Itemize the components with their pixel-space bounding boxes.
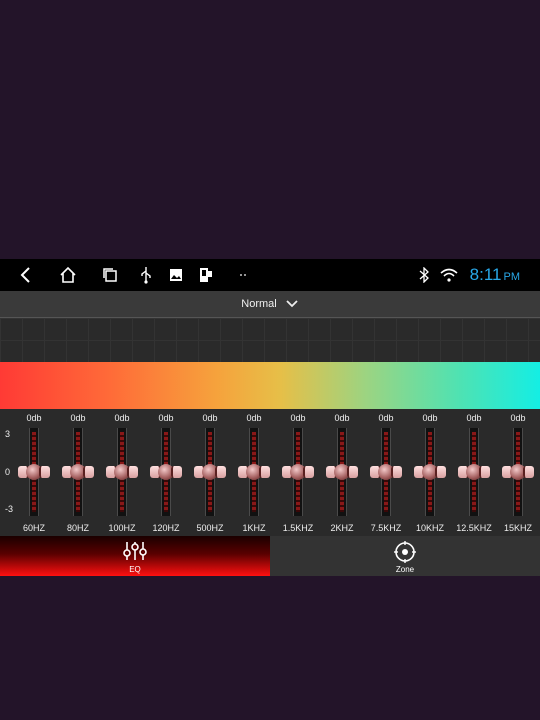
- band-db-label: 0db: [378, 413, 394, 423]
- eq-band-11: 0db 12.5KHZ: [452, 409, 496, 536]
- slider-knob[interactable]: [414, 464, 446, 480]
- slider-knob[interactable]: [150, 464, 182, 480]
- band-db-label: 0db: [510, 413, 526, 423]
- back-icon[interactable]: [14, 259, 38, 291]
- status-bar: 8:11 PM: [0, 259, 540, 291]
- head-unit-screen: 8:11 PM Normal 3 0 -3 0db 60HZ 0db 80HZ 0db 10…: [0, 259, 540, 576]
- eq-band-8: 0db 2KHZ: [320, 409, 364, 536]
- zone-target-icon: [394, 541, 416, 563]
- slider-knob[interactable]: [18, 464, 50, 480]
- slider-knob[interactable]: [106, 464, 138, 480]
- usb-icon: [136, 259, 156, 291]
- tab-eq-label: EQ: [129, 565, 141, 574]
- eq-band-12: 0db 15KHZ: [496, 409, 540, 536]
- scale-mid-label: 0: [5, 467, 11, 477]
- band-db-label: 0db: [70, 413, 86, 423]
- chevron-down-icon: [286, 300, 298, 308]
- clock-time: 8:11: [469, 265, 502, 284]
- equalizer-panel: 3 0 -3 0db 60HZ 0db 80HZ 0db 100HZ 0db 120HZ 0db…: [0, 409, 540, 536]
- preset-label: Normal: [241, 298, 277, 310]
- spectrum-gradient: [0, 362, 540, 409]
- dots-icon: [236, 259, 250, 291]
- slider-knob[interactable]: [458, 464, 490, 480]
- tab-zone-label: Zone: [395, 565, 415, 574]
- clock-ampm: PM: [503, 271, 521, 283]
- eq-band-4: 0db 120HZ: [144, 409, 188, 536]
- band-db-label: 0db: [422, 413, 438, 423]
- equalizer-icon: [123, 542, 147, 560]
- scale-max-label: 3: [5, 429, 11, 439]
- eq-curve-grid: [0, 318, 540, 362]
- slider-knob[interactable]: [282, 464, 314, 480]
- slider-knob[interactable]: [326, 464, 358, 480]
- clock: 8:11 PM: [470, 263, 520, 289]
- band-db-label: 0db: [158, 413, 174, 423]
- band-db-label: 0db: [334, 413, 350, 423]
- slider-knob[interactable]: [502, 464, 534, 480]
- eq-band-2: 0db 80HZ: [56, 409, 100, 536]
- slider-knob[interactable]: [370, 464, 402, 480]
- slider-knob[interactable]: [238, 464, 270, 480]
- image-icon: [166, 259, 186, 291]
- bluetooth-icon: [416, 259, 432, 291]
- device-icon: [196, 259, 216, 291]
- bottom-tab-bar: EQ Zone: [0, 536, 540, 576]
- eq-band-1: 0db 60HZ: [12, 409, 56, 536]
- wifi-icon: [438, 259, 460, 291]
- eq-band-9: 0db 7.5KHZ: [364, 409, 408, 536]
- band-db-label: 0db: [290, 413, 306, 423]
- slider-knob[interactable]: [62, 464, 94, 480]
- eq-band-3: 0db 100HZ: [100, 409, 144, 536]
- recents-icon[interactable]: [98, 259, 122, 291]
- band-db-label: 0db: [466, 413, 482, 423]
- eq-band-10: 0db 10KHZ: [408, 409, 452, 536]
- band-db-label: 0db: [202, 413, 218, 423]
- slider-knob[interactable]: [194, 464, 226, 480]
- band-db-label: 0db: [26, 413, 42, 423]
- band-frequency-label: 15KHZ: [503, 523, 532, 533]
- preset-dropdown[interactable]: Normal: [0, 291, 540, 318]
- home-icon[interactable]: [56, 259, 80, 291]
- eq-band-7: 0db 1.5KHZ: [276, 409, 320, 536]
- tab-eq[interactable]: EQ: [0, 536, 270, 576]
- band-db-label: 0db: [114, 413, 130, 423]
- tab-zone[interactable]: Zone: [270, 536, 540, 576]
- eq-band-5: 0db 500HZ: [188, 409, 232, 536]
- eq-band-6: 0db 1KHZ: [232, 409, 276, 536]
- band-db-label: 0db: [246, 413, 262, 423]
